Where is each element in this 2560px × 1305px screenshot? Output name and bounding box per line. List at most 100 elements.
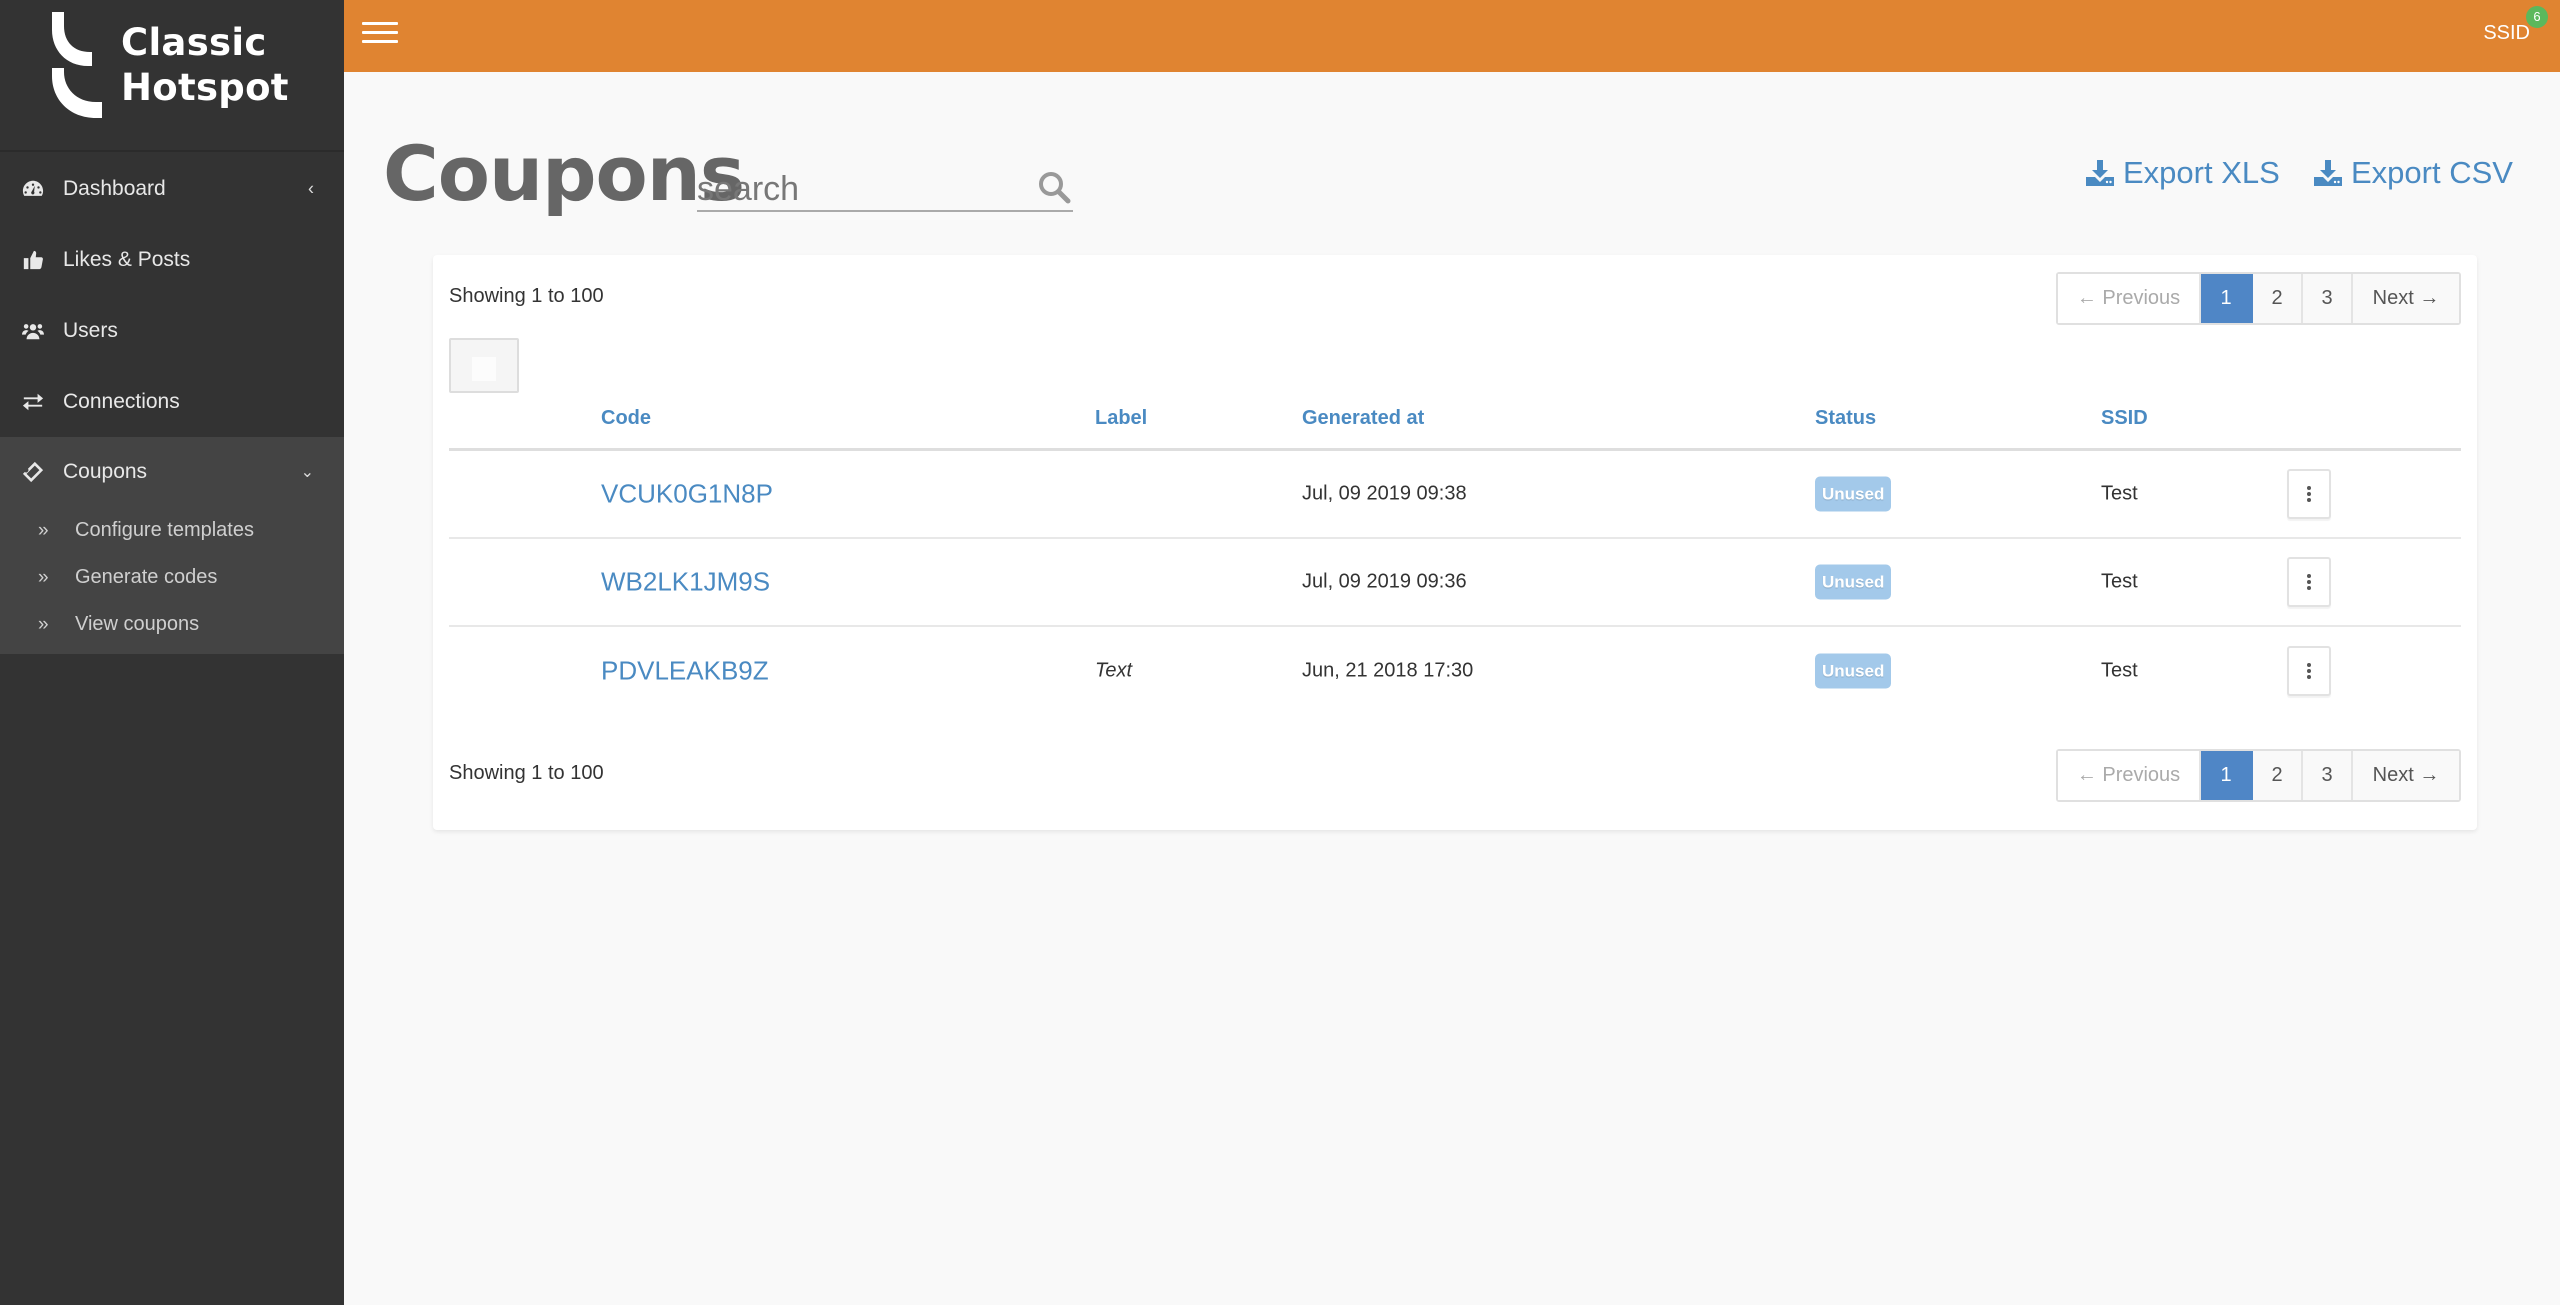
sidebar-group-coupons: Coupons ⌄ » Configure templates » Genera…	[0, 437, 344, 654]
table-header: Code Label Generated at Status SSID	[449, 395, 2461, 451]
showing-count-top: Showing 1 to 100	[449, 285, 604, 307]
sidebar-item-label: Coupons	[63, 460, 148, 483]
generated-at: Jul, 09 2019 09:38	[1302, 482, 1467, 505]
sidebar-item-coupons[interactable]: Coupons ⌄	[0, 437, 344, 507]
coupon-code-link[interactable]: WB2LK1JM9S	[601, 567, 770, 598]
sidebar-subitem-label: Generate codes	[75, 566, 218, 588]
sidebar-item-users[interactable]: Users	[0, 295, 344, 366]
coupons-card: Showing 1 to 100 ← Previous 1 2 3 Next →…	[433, 255, 2477, 830]
search-input[interactable]	[697, 160, 1027, 210]
status-cell: Unused	[1815, 476, 1892, 512]
logo-icon	[52, 12, 102, 118]
export-csv-button[interactable]: Export CSV	[2313, 155, 2513, 191]
row-actions-button[interactable]	[2287, 646, 2331, 696]
pagination-next[interactable]: Next →	[2353, 274, 2459, 323]
more-vertical-icon	[2307, 484, 2311, 504]
sidebar-item-label: Dashboard	[63, 176, 166, 200]
status-cell: Unused	[1815, 564, 1892, 600]
sidebar-item-dashboard[interactable]: Dashboard ‹	[0, 153, 344, 224]
pagination-bottom: ← Previous 1 2 3 Next →	[2056, 749, 2461, 802]
sidebar-subitem-label: View coupons	[75, 613, 200, 635]
column-header-code[interactable]: Code	[601, 407, 651, 430]
generated-at: Jul, 09 2019 09:36	[1302, 570, 1467, 593]
brand-logo[interactable]: Classic Hotspot	[0, 0, 344, 152]
hamburger-icon	[362, 22, 398, 25]
sidebar-nav: Dashboard ‹ Likes & Posts Users Connecti…	[0, 153, 344, 654]
coupon-code-link[interactable]: PDVLEAKB9Z	[601, 656, 769, 687]
double-chevron-right-icon: »	[38, 613, 49, 635]
users-icon	[22, 320, 44, 342]
brand-name: Classic Hotspot	[121, 20, 289, 110]
column-header-label[interactable]: Label	[1095, 407, 1147, 430]
table-row: VCUK0G1N8P Jul, 09 2019 09:38 Unused Tes…	[449, 451, 2461, 539]
select-all-checkbox[interactable]	[449, 338, 519, 393]
more-vertical-icon	[2307, 661, 2311, 681]
export-csv-label: Export CSV	[2351, 155, 2513, 190]
export-xls-button[interactable]: Export XLS	[2085, 155, 2280, 191]
sidebar-item-label: Connections	[63, 389, 180, 413]
sidebar-item-connections[interactable]: Connections	[0, 366, 344, 437]
double-chevron-right-icon: »	[38, 566, 49, 588]
pagination-page-3[interactable]: 3	[2303, 274, 2353, 323]
sidebar-item-label: Users	[63, 318, 118, 342]
status-cell: Unused	[1815, 653, 1892, 689]
sidebar-item-likes-posts[interactable]: Likes & Posts	[0, 224, 344, 295]
showing-count-bottom: Showing 1 to 100	[449, 762, 604, 784]
status-badge: Unused	[1815, 476, 1892, 512]
pagination-page-1[interactable]: 1	[2201, 751, 2253, 800]
more-vertical-icon	[2307, 572, 2311, 592]
pagination-next[interactable]: Next →	[2353, 751, 2459, 800]
sidebar-subitem-view-coupons[interactable]: » View coupons	[0, 601, 344, 648]
pagination-page-2[interactable]: 2	[2253, 274, 2303, 323]
thumbs-up-icon	[22, 249, 44, 271]
coupon-label: Text	[1095, 659, 1133, 682]
row-actions-button[interactable]	[2287, 557, 2331, 607]
menu-toggle-button[interactable]	[362, 22, 398, 48]
column-header-ssid[interactable]: SSID	[2101, 407, 2148, 430]
pagination-page-1[interactable]: 1	[2201, 274, 2253, 323]
generated-at: Jun, 21 2018 17:30	[1302, 659, 1474, 682]
ssid-cell: Test	[2101, 659, 2138, 682]
sidebar: Classic Hotspot Dashboard ‹ Likes & Post…	[0, 0, 344, 1305]
ssid-cell: Test	[2101, 570, 2138, 593]
search-icon[interactable]	[1037, 170, 1071, 204]
download-icon	[2314, 160, 2342, 186]
brand-line-2: Hotspot	[121, 66, 289, 109]
hamburger-icon-line	[362, 40, 398, 43]
export-xls-label: Export XLS	[2123, 155, 2280, 190]
chevron-left-icon: ‹	[308, 178, 314, 198]
pagination-top: ← Previous 1 2 3 Next →	[2056, 272, 2461, 325]
pagination-previous[interactable]: ← Previous	[2058, 274, 2201, 323]
ssid-cell: Test	[2101, 482, 2138, 505]
coupons-table: Code Label Generated at Status SSID VCUK…	[449, 395, 2461, 715]
search-field	[697, 160, 1073, 212]
status-badge: Unused	[1815, 564, 1892, 600]
dashboard-icon	[22, 178, 44, 200]
ssid-label: SSID	[2483, 22, 2530, 44]
coupon-code-link[interactable]: VCUK0G1N8P	[601, 479, 773, 510]
chevron-down-icon: ⌄	[300, 464, 314, 481]
column-header-generated-at[interactable]: Generated at	[1302, 407, 1424, 430]
ssid-menu[interactable]: SSID	[2483, 22, 2530, 45]
sidebar-subitem-configure-templates[interactable]: » Configure templates	[0, 507, 344, 554]
row-actions-button[interactable]	[2287, 469, 2331, 519]
top-bar: SSID 6	[344, 0, 2560, 72]
table-row: WB2LK1JM9S Jul, 09 2019 09:36 Unused Tes…	[449, 539, 2461, 627]
status-badge: Unused	[1815, 653, 1892, 689]
hamburger-icon-line	[362, 31, 398, 34]
exchange-icon	[22, 391, 44, 413]
ssid-count-badge: 6	[2526, 6, 2548, 28]
sidebar-item-label: Likes & Posts	[63, 247, 191, 271]
sidebar-subitem-generate-codes[interactable]: » Generate codes	[0, 554, 344, 601]
sidebar-subitem-label: Configure templates	[75, 519, 254, 541]
download-icon	[2086, 160, 2114, 186]
pagination-page-2[interactable]: 2	[2253, 751, 2303, 800]
column-header-status[interactable]: Status	[1815, 407, 1876, 430]
double-chevron-right-icon: »	[38, 519, 49, 541]
pagination-previous[interactable]: ← Previous	[2058, 751, 2201, 800]
ticket-icon	[22, 461, 44, 483]
page-title: Coupons	[383, 129, 745, 218]
brand-line-1: Classic	[121, 21, 267, 64]
pagination-page-3[interactable]: 3	[2303, 751, 2353, 800]
table-row: PDVLEAKB9Z Text Jun, 21 2018 17:30 Unuse…	[449, 627, 2461, 715]
